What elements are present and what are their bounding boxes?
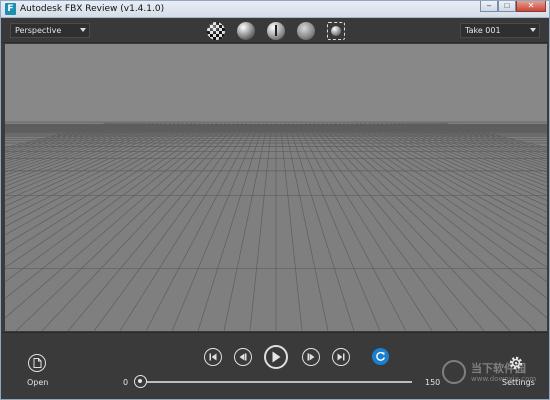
- checker-sphere-icon[interactable]: [207, 22, 225, 40]
- 3d-viewport[interactable]: [5, 44, 547, 331]
- open-button[interactable]: [28, 354, 46, 372]
- close-button[interactable]: ✕: [516, 1, 546, 12]
- title-bar[interactable]: F Autodesk FBX Review (v1.4.1.0) – □ ✕: [1, 1, 549, 18]
- matte-sphere-icon[interactable]: [297, 22, 315, 40]
- timeline-track[interactable]: [138, 381, 412, 383]
- time-end-label: 150: [425, 378, 441, 387]
- previous-frame-button[interactable]: [234, 348, 252, 366]
- chevron-down-icon: [530, 28, 536, 32]
- loop-button[interactable]: [372, 348, 389, 365]
- timeline-thumb[interactable]: [134, 375, 147, 388]
- light-sphere-icon[interactable]: [267, 22, 285, 40]
- chevron-down-icon: [80, 28, 86, 32]
- frame-sphere-icon: [331, 26, 341, 36]
- loop-icon: [376, 351, 385, 361]
- play-icon: [272, 351, 281, 363]
- maximize-button[interactable]: □: [498, 1, 516, 12]
- ground-grid: [5, 44, 547, 331]
- file-icon: [33, 358, 41, 368]
- take-select-value: Take 001: [465, 26, 501, 35]
- go-to-start-button[interactable]: [204, 348, 222, 366]
- window-title: Autodesk FBX Review (v1.4.1.0): [20, 4, 165, 14]
- skip-end-icon: [337, 353, 345, 361]
- watermark-logo-icon: [442, 360, 466, 384]
- playback-panel: Open 0 150 当下软件园 www.downxia.com Setting…: [2, 332, 548, 399]
- skip-start-icon: [209, 353, 217, 361]
- window-controls: – □ ✕: [480, 1, 546, 13]
- gear-icon: [509, 356, 523, 370]
- take-select[interactable]: Take 001: [460, 23, 540, 38]
- next-frame-button[interactable]: [302, 348, 320, 366]
- viewport-sky: [5, 44, 547, 122]
- app-window: F Autodesk FBX Review (v1.4.1.0) – □ ✕ P…: [0, 0, 550, 400]
- camera-select-value: Perspective: [15, 26, 62, 35]
- go-to-end-button[interactable]: [332, 348, 350, 366]
- settings-button[interactable]: [507, 354, 525, 372]
- app-logo-icon: F: [5, 3, 16, 15]
- minimize-button[interactable]: –: [480, 1, 498, 12]
- settings-label: Settings: [502, 378, 535, 387]
- open-label: Open: [27, 378, 49, 387]
- top-toolbar: Perspective Take 001: [2, 19, 548, 43]
- step-back-icon: [239, 353, 247, 361]
- play-button[interactable]: [264, 345, 288, 369]
- camera-select[interactable]: Perspective: [10, 23, 90, 38]
- frame-selection-icon[interactable]: [327, 22, 345, 40]
- step-forward-icon: [307, 353, 315, 361]
- time-start-label: 0: [123, 378, 129, 387]
- solid-sphere-icon[interactable]: [237, 22, 255, 40]
